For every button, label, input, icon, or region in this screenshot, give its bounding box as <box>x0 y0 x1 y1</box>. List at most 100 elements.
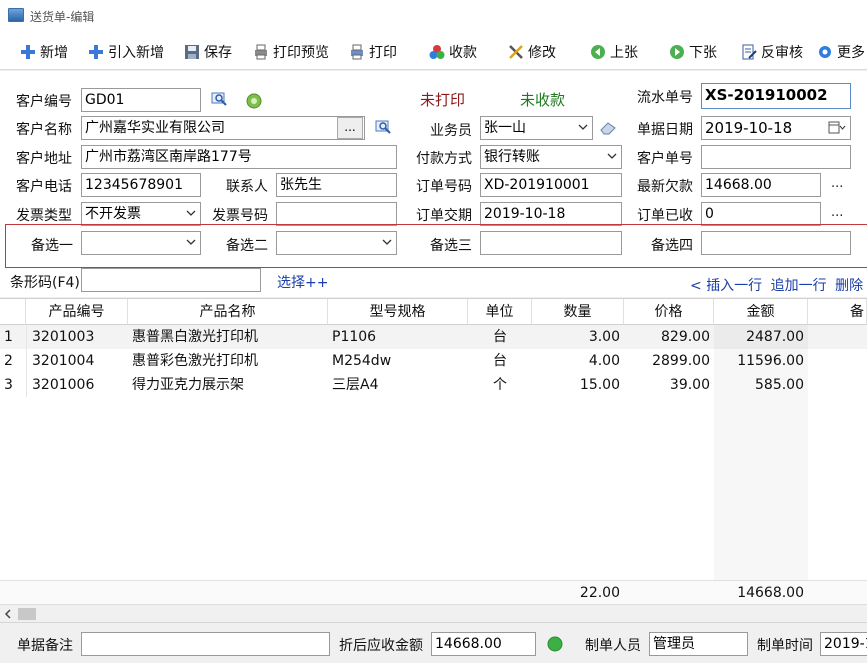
qty-cell[interactable]: 3.00 <box>532 325 624 349</box>
column-header[interactable]: 价格 <box>624 299 714 325</box>
doc-date-value: 2019-10-18 <box>705 119 793 137</box>
price-cell[interactable]: 2899.00 <box>624 349 714 373</box>
product-code-cell[interactable]: 3201003 <box>28 325 128 349</box>
spec-cell[interactable]: 三层A4 <box>328 373 468 397</box>
floppy-disk-icon <box>185 45 199 59</box>
salesperson-combo[interactable]: 张一山 <box>480 116 593 140</box>
qty-cell[interactable]: 15.00 <box>532 373 624 397</box>
option3-field[interactable] <box>480 231 622 255</box>
payment-method-value: 银行转账 <box>484 149 540 165</box>
print-preview-button[interactable]: 打印预览 <box>253 42 329 62</box>
column-header[interactable]: 型号规格 <box>328 299 468 325</box>
scrollbar-thumb[interactable] <box>18 608 36 620</box>
latest-debt-more-button[interactable]: ... <box>831 176 843 191</box>
option1-combo[interactable] <box>81 231 201 255</box>
save-button[interactable]: 保存 <box>184 42 232 62</box>
order-no-field[interactable]: XD-201910001 <box>480 173 622 197</box>
column-header[interactable]: 数量 <box>532 299 624 325</box>
customer-address-field[interactable]: 广州市荔湾区南岸路177号 <box>81 145 397 169</box>
insert-row-link[interactable]: 插入一行 <box>706 278 762 294</box>
plus-icon <box>89 45 103 59</box>
invoice-no-field[interactable] <box>276 202 397 226</box>
order-date-field[interactable]: 2019-10-18 <box>480 202 622 226</box>
created-time-field[interactable]: 2019-1 <box>820 632 867 656</box>
customer-name-label: 客户名称 <box>16 122 72 138</box>
spec-cell[interactable]: P1106 <box>328 325 468 349</box>
order-received-more-button[interactable]: ... <box>831 205 843 220</box>
barcode-input[interactable] <box>81 268 261 292</box>
modify-button[interactable]: 修改 <box>508 42 556 62</box>
column-header[interactable]: 单位 <box>468 299 532 325</box>
total-amount: 14668.00 <box>737 585 804 601</box>
unit-cell[interactable]: 个 <box>468 373 532 397</box>
spec-cell[interactable]: M254dw <box>328 349 468 373</box>
collect-payment-button[interactable]: 收款 <box>429 42 477 62</box>
save-label: 保存 <box>204 45 232 61</box>
customer-doc-no-field[interactable] <box>701 145 851 169</box>
product-name-cell[interactable]: 惠普彩色激光打印机 <box>128 349 328 373</box>
qty-cell[interactable]: 4.00 <box>532 349 624 373</box>
product-code-cell[interactable]: 3201004 <box>28 349 128 373</box>
unit-cell[interactable]: 台 <box>468 325 532 349</box>
chevron-down-icon <box>382 239 392 245</box>
next-record-button[interactable]: 下张 <box>669 42 717 62</box>
unit-cell[interactable]: 台 <box>468 349 532 373</box>
discounted-amount-field[interactable]: 14668.00 <box>431 632 536 656</box>
horizontal-scrollbar[interactable] <box>0 604 867 622</box>
serial-no-field[interactable]: XS-201910002 <box>701 83 851 109</box>
contact-field[interactable]: 张先生 <box>276 173 397 197</box>
row-index: 2 <box>4 353 13 369</box>
unapprove-button[interactable]: 反审核 <box>741 42 803 62</box>
discounted-amount-label: 折后应收金额 <box>339 638 423 654</box>
status-circle-icon[interactable] <box>246 93 262 109</box>
search-icon[interactable] <box>375 120 393 136</box>
customer-code-field[interactable]: GD01 <box>81 88 201 112</box>
product-name-cell[interactable]: 惠普黑白激光打印机 <box>128 325 328 349</box>
invoice-type-combo[interactable]: 不开发票 <box>81 202 201 226</box>
scroll-left-icon[interactable] <box>2 608 14 620</box>
footer-bar: 单据备注 折后应收金额 14668.00 制单人员 管理员 制单时间 2019-… <box>0 622 867 663</box>
payment-method-combo[interactable]: 银行转账 <box>480 145 622 169</box>
price-cell[interactable]: 39.00 <box>624 373 714 397</box>
salesperson-value: 张一山 <box>484 120 526 136</box>
creator-label: 制单人员 <box>585 638 641 654</box>
product-name-cell[interactable]: 得力亚克力展示架 <box>128 373 328 397</box>
more-button[interactable]: 更多 <box>817 42 865 62</box>
order-received-field[interactable]: 0 <box>701 202 821 226</box>
calendar-dropdown-icon <box>828 121 846 134</box>
row-actions: < 插入一行 追加一行 删除 <box>690 275 863 295</box>
customer-name-browse-button[interactable]: ... <box>337 117 363 139</box>
search-icon[interactable] <box>211 92 229 108</box>
print-button[interactable]: 打印 <box>349 42 397 62</box>
column-header[interactable]: 备 <box>808 299 867 325</box>
column-header[interactable]: 产品编号 <box>26 299 128 325</box>
contact-label: 联系人 <box>226 179 268 195</box>
option4-label: 备选四 <box>651 238 693 254</box>
product-code-cell[interactable]: 3201006 <box>28 373 128 397</box>
payment-method-label: 付款方式 <box>416 151 472 167</box>
doc-date-picker[interactable]: 2019-10-18 <box>701 116 851 140</box>
customer-phone-field[interactable]: 12345678901 <box>81 173 201 197</box>
select-products-link[interactable]: 选择++ <box>277 272 328 292</box>
column-header[interactable]: 产品名称 <box>128 299 328 325</box>
previous-record-button[interactable]: 上张 <box>590 42 638 62</box>
option4-field[interactable] <box>701 231 851 255</box>
customer-name-field[interactable]: 广州嘉华实业有限公司 ... <box>81 116 365 140</box>
creator-field[interactable]: 管理员 <box>649 632 748 656</box>
previous-record-label: 上张 <box>610 45 638 61</box>
eraser-icon[interactable] <box>599 121 617 135</box>
option2-combo[interactable] <box>276 231 397 255</box>
more-label: 更多 <box>837 45 865 61</box>
option2-label: 备选二 <box>226 238 268 254</box>
unapprove-label: 反审核 <box>761 45 803 61</box>
import-new-label: 引入新增 <box>108 45 164 61</box>
import-new-button[interactable]: 引入新增 <box>88 42 164 62</box>
arrow-left-circle-icon <box>591 45 605 59</box>
append-row-link[interactable]: 追加一行 <box>771 278 827 294</box>
column-header[interactable]: 金额 <box>714 299 808 325</box>
remark-field[interactable] <box>81 632 330 656</box>
delete-row-link[interactable]: 删除 <box>835 278 863 294</box>
new-button[interactable]: 新增 <box>20 42 68 62</box>
price-cell[interactable]: 829.00 <box>624 325 714 349</box>
latest-debt-field[interactable]: 14668.00 <box>701 173 821 197</box>
